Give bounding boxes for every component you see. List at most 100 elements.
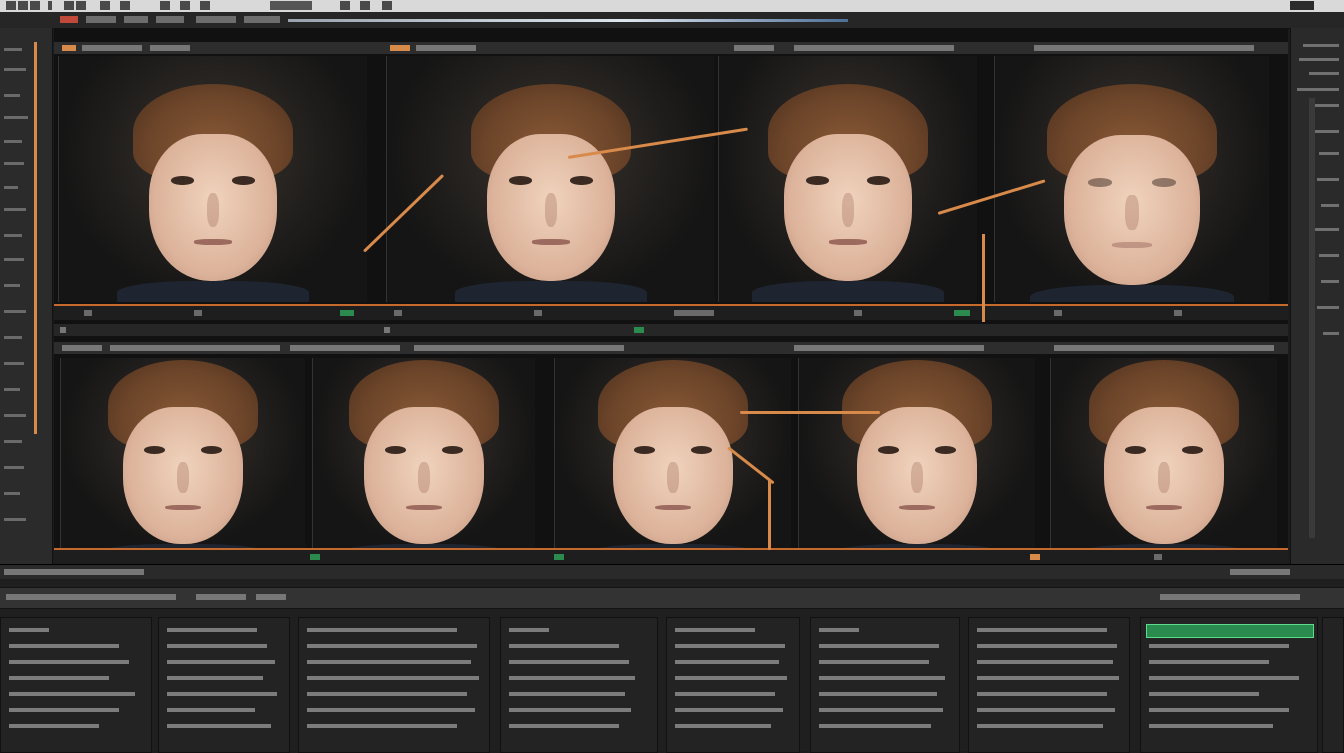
- frame-thumbnail[interactable]: [718, 56, 977, 302]
- sidebar-item[interactable]: [4, 162, 24, 165]
- tool-icon[interactable]: [200, 1, 210, 10]
- sidebar-item[interactable]: [4, 48, 22, 51]
- timeline-tick: [1054, 310, 1062, 316]
- face-image: [1030, 84, 1234, 302]
- frame-thumbnail[interactable]: [554, 358, 791, 548]
- timeline-ruler[interactable]: [54, 548, 1288, 564]
- sidebar-item[interactable]: [1319, 254, 1339, 257]
- active-field[interactable]: [1146, 624, 1314, 638]
- sidebar-item[interactable]: [4, 310, 26, 313]
- sidebar-item[interactable]: [1309, 72, 1339, 75]
- menu-item[interactable]: [196, 16, 236, 23]
- tool-icon[interactable]: [180, 1, 190, 10]
- list-pane: [666, 617, 800, 753]
- keyframe-marker[interactable]: [954, 310, 970, 316]
- frame-thumbnail[interactable]: [798, 358, 1035, 548]
- timeline-ruler[interactable]: [54, 304, 1288, 320]
- sidebar-item[interactable]: [4, 362, 24, 365]
- sidebar-item[interactable]: [4, 388, 20, 391]
- tool-icon[interactable]: [160, 1, 170, 10]
- search-icon[interactable]: [120, 1, 130, 10]
- maximize-icon[interactable]: [30, 1, 40, 10]
- strip-label: [414, 345, 624, 351]
- sidebar-item[interactable]: [1303, 44, 1339, 47]
- menu-item[interactable]: [86, 16, 116, 23]
- frame-thumbnail[interactable]: [994, 56, 1269, 302]
- sidebar-item[interactable]: [1317, 306, 1339, 309]
- minimize-icon[interactable]: [18, 1, 28, 10]
- toolbar-tab[interactable]: [270, 1, 312, 10]
- sidebar-item[interactable]: [4, 208, 26, 211]
- grid-icon[interactable]: [76, 1, 86, 10]
- record-icon[interactable]: [60, 16, 78, 23]
- sidebar-item[interactable]: [4, 492, 20, 495]
- list-pane: [158, 617, 290, 753]
- sidebar-item[interactable]: [4, 414, 26, 417]
- sidebar-item[interactable]: [1319, 152, 1339, 155]
- list-pane: [500, 617, 658, 753]
- menu-item[interactable]: [244, 16, 280, 23]
- marker-icon[interactable]: [390, 45, 410, 51]
- keyframe-marker[interactable]: [554, 554, 564, 560]
- sidebar-item[interactable]: [4, 518, 26, 521]
- face-image: [827, 360, 1007, 548]
- sidebar-item[interactable]: [4, 284, 20, 287]
- face-image: [455, 84, 647, 302]
- strip-label: [384, 327, 390, 333]
- frame-thumbnail[interactable]: [60, 358, 305, 548]
- frame-thumbnail[interactable]: [312, 358, 535, 548]
- timeline-tick: [84, 310, 92, 316]
- keyframe-marker[interactable]: [310, 554, 320, 560]
- sidebar-item[interactable]: [4, 116, 28, 119]
- keyframe-marker[interactable]: [634, 327, 644, 333]
- sidebar-item[interactable]: [4, 94, 20, 97]
- sidebar-item[interactable]: [4, 68, 26, 71]
- titlebar-divider: [48, 1, 52, 10]
- bottom-panel: [0, 564, 1344, 753]
- sidebar-item[interactable]: [1321, 280, 1339, 283]
- sidebar-item[interactable]: [1315, 228, 1339, 231]
- marker-icon[interactable]: [62, 45, 76, 51]
- marker-icon[interactable]: [1030, 554, 1040, 560]
- timeline-tick: [674, 310, 714, 316]
- sidebar-item[interactable]: [1299, 58, 1339, 61]
- scrollbar[interactable]: [1309, 98, 1315, 538]
- sidebar-item[interactable]: [4, 258, 24, 261]
- strip-separator: [54, 324, 1288, 336]
- scrollbar[interactable]: [1322, 617, 1344, 753]
- sidebar-item[interactable]: [4, 440, 22, 443]
- sidebar-item[interactable]: [4, 466, 24, 469]
- sidebar-item[interactable]: [1323, 332, 1339, 335]
- strip-label: [794, 345, 984, 351]
- menu-icon[interactable]: [64, 1, 74, 10]
- face-image: [1074, 360, 1254, 548]
- toolbar-button[interactable]: [196, 594, 246, 600]
- sidebar-item[interactable]: [1297, 88, 1339, 91]
- toolbar-button[interactable]: [256, 594, 286, 600]
- window-controls-icon[interactable]: [1290, 1, 1314, 10]
- status-bar: [0, 565, 1344, 579]
- sidebar-item[interactable]: [4, 140, 22, 143]
- frame-thumbnail[interactable]: [1050, 358, 1277, 548]
- tool-icon[interactable]: [340, 1, 350, 10]
- close-icon[interactable]: [6, 1, 16, 10]
- sidebar-item[interactable]: [4, 186, 18, 189]
- strip-label: [794, 45, 954, 51]
- tool-icon[interactable]: [360, 1, 370, 10]
- menu-item[interactable]: [124, 16, 148, 23]
- menu-item[interactable]: [156, 16, 184, 23]
- face-image: [93, 360, 273, 548]
- face-image: [583, 360, 763, 548]
- sidebar-item[interactable]: [1317, 178, 1339, 181]
- sidebar-item[interactable]: [4, 234, 22, 237]
- sidebar-item[interactable]: [4, 336, 22, 339]
- sidebar-item[interactable]: [1311, 104, 1339, 107]
- settings-icon[interactable]: [100, 1, 110, 10]
- tool-icon[interactable]: [382, 1, 392, 10]
- keyframe-marker[interactable]: [340, 310, 354, 316]
- timeline-tick: [1154, 554, 1162, 560]
- sidebar-item[interactable]: [1315, 130, 1339, 133]
- frame-thumbnail[interactable]: [58, 56, 367, 302]
- list-pane: [810, 617, 960, 753]
- sidebar-item[interactable]: [1321, 204, 1339, 207]
